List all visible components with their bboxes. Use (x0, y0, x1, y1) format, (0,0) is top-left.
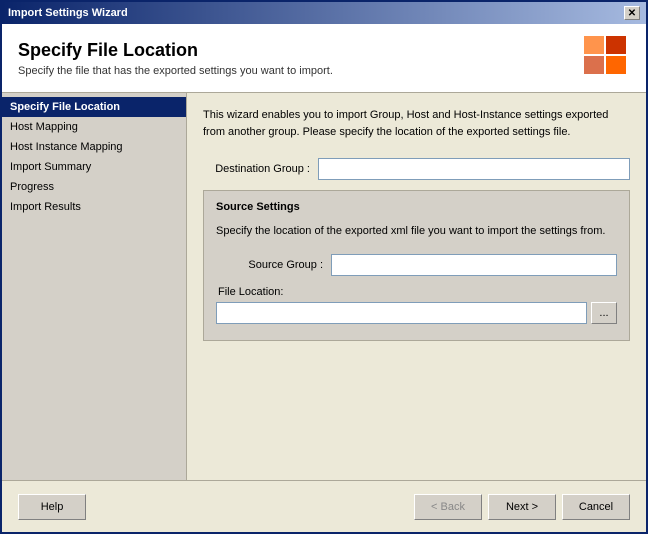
sidebar-item-host-mapping[interactable]: Host Mapping (2, 117, 186, 137)
destination-group-label: Destination Group : (203, 163, 318, 175)
file-row: ... (216, 302, 617, 324)
import-settings-dialog: Import Settings Wizard ✕ Specify File Lo… (0, 0, 648, 534)
title-bar: Import Settings Wizard ✕ (2, 2, 646, 24)
file-location-label: File Location: (216, 286, 617, 298)
next-button[interactable]: Next > (488, 494, 556, 520)
header: Specify File Location Specify the file t… (2, 24, 646, 93)
close-button[interactable]: ✕ (624, 6, 640, 20)
page-subtitle: Specify the file that has the exported s… (18, 65, 333, 77)
cancel-button[interactable]: Cancel (562, 494, 630, 520)
destination-group-row: Destination Group : (203, 158, 630, 180)
source-settings-group: Source Settings Specify the location of … (203, 190, 630, 341)
source-settings-title: Source Settings (216, 201, 617, 213)
file-location-container: File Location: ... (216, 286, 617, 324)
footer: Help < Back Next > Cancel (2, 480, 646, 532)
sidebar-item-import-results[interactable]: Import Results (2, 197, 186, 217)
sidebar-item-import-summary[interactable]: Import Summary (2, 157, 186, 177)
source-group-row: Source Group : (216, 254, 617, 276)
footer-nav-buttons: < Back Next > Cancel (414, 494, 630, 520)
page-title: Specify File Location (18, 40, 333, 61)
source-group-label: Source Group : (216, 259, 331, 271)
source-group-input[interactable] (331, 254, 617, 276)
destination-group-input[interactable] (318, 158, 630, 180)
file-location-input[interactable] (216, 302, 587, 324)
header-logo (582, 34, 630, 82)
sidebar-item-host-instance-mapping[interactable]: Host Instance Mapping (2, 137, 186, 157)
back-button[interactable]: < Back (414, 494, 482, 520)
help-button[interactable]: Help (18, 494, 86, 520)
sidebar: Specify File Location Host Mapping Host … (2, 93, 187, 480)
dialog-title: Import Settings Wizard (8, 7, 128, 19)
content-area: Specify File Location Host Mapping Host … (2, 93, 646, 480)
header-text: Specify File Location Specify the file t… (18, 40, 333, 77)
source-settings-desc: Specify the location of the exported xml… (216, 223, 617, 240)
sidebar-item-progress[interactable]: Progress (2, 177, 186, 197)
main-panel: This wizard enables you to import Group,… (187, 93, 646, 480)
browse-button[interactable]: ... (591, 302, 617, 324)
sidebar-item-specify-file[interactable]: Specify File Location (2, 97, 186, 117)
intro-text: This wizard enables you to import Group,… (203, 107, 630, 140)
